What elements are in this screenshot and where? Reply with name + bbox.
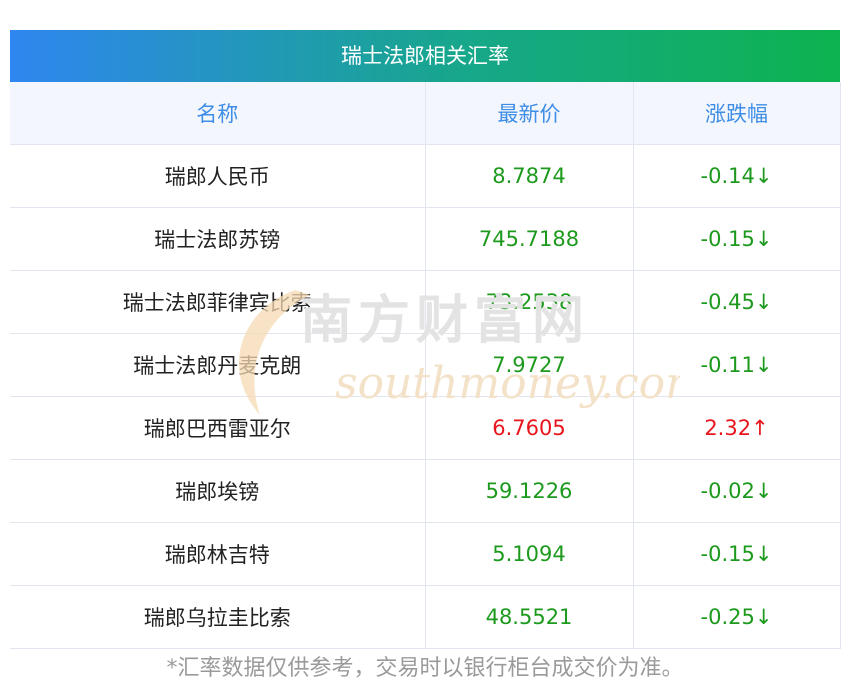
table-row[interactable]: 瑞士法郎菲律宾比索 73.2538 -0.45↓ [10, 270, 841, 334]
change-percent: -0.15↓ [633, 522, 841, 586]
latest-price: 8.7874 [425, 144, 634, 208]
table-row[interactable]: 瑞郎人民币 8.7874 -0.14↓ [10, 144, 841, 208]
currency-pair-name: 瑞郎人民币 [10, 144, 426, 208]
header-change: 涨跌幅 [633, 82, 841, 145]
exchange-rate-panel: 瑞士法郎相关汇率 名称 最新价 涨跌幅 瑞郎人民币 8.7874 -0.14↓ 瑞士法… [10, 30, 841, 649]
currency-pair-name: 瑞士法郎苏镑 [10, 207, 426, 271]
table-row[interactable]: 瑞郎埃镑 59.1226 -0.02↓ [10, 459, 841, 523]
latest-price: 5.1094 [425, 522, 634, 586]
change-percent: -0.02↓ [633, 459, 841, 523]
currency-pair-name: 瑞郎埃镑 [10, 459, 426, 523]
currency-pair-name: 瑞士法郎丹麦克朗 [10, 333, 426, 397]
table-row[interactable]: 瑞士法郎苏镑 745.7188 -0.15↓ [10, 207, 841, 271]
header-price: 最新价 [425, 82, 634, 145]
table-row[interactable]: 瑞郎乌拉圭比索 48.5521 -0.25↓ [10, 585, 841, 649]
currency-pair-name: 瑞郎巴西雷亚尔 [10, 396, 426, 460]
change-percent: -0.14↓ [633, 144, 841, 208]
change-percent: -0.25↓ [633, 585, 841, 649]
table-row[interactable]: 瑞郎林吉特 5.1094 -0.15↓ [10, 522, 841, 586]
panel-title: 瑞士法郎相关汇率 [10, 30, 840, 82]
latest-price: 48.5521 [425, 585, 634, 649]
table-header-row: 名称 最新价 涨跌幅 [10, 82, 841, 145]
currency-pair-name: 瑞士法郎菲律宾比索 [10, 270, 426, 334]
latest-price: 59.1226 [425, 459, 634, 523]
table-row[interactable]: 瑞士法郎丹麦克朗 7.9727 -0.11↓ [10, 333, 841, 397]
latest-price: 73.2538 [425, 270, 634, 334]
latest-price: 6.7605 [425, 396, 634, 460]
header-name: 名称 [10, 82, 426, 145]
change-percent: -0.45↓ [633, 270, 841, 334]
change-percent: -0.11↓ [633, 333, 841, 397]
latest-price: 7.9727 [425, 333, 634, 397]
change-percent: -0.15↓ [633, 207, 841, 271]
disclaimer-footnote: *汇率数据仅供参考，交易时以银行柜台成交价为准。 [166, 656, 684, 681]
table-row[interactable]: 瑞郎巴西雷亚尔 6.7605 2.32↑ [10, 396, 841, 460]
change-percent: 2.32↑ [633, 396, 841, 460]
rate-table: 名称 最新价 涨跌幅 瑞郎人民币 8.7874 -0.14↓ 瑞士法郎苏镑 745.71… [10, 82, 841, 649]
latest-price: 745.7188 [425, 207, 634, 271]
currency-pair-name: 瑞郎林吉特 [10, 522, 426, 586]
currency-pair-name: 瑞郎乌拉圭比索 [10, 585, 426, 649]
